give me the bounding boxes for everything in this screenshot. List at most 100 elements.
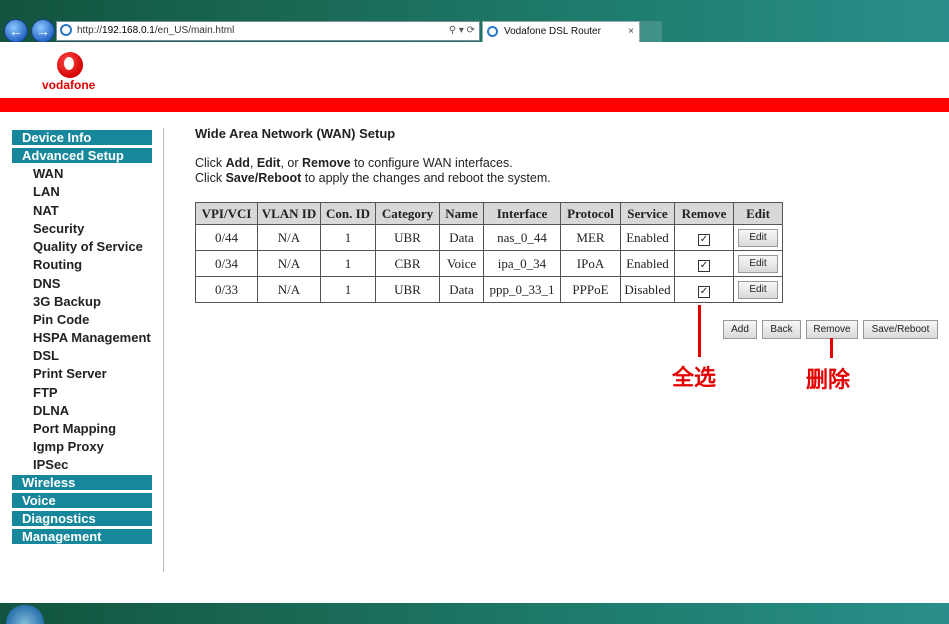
cell: UBR (375, 224, 440, 251)
menu-advanced-setup[interactable]: Advanced Setup (12, 148, 152, 163)
table-row: 0/44 N/A 1 UBR Data nas_0_44 MER Enabled… (195, 224, 783, 251)
logo-text: vodafone (42, 78, 96, 92)
save-reboot-button[interactable]: Save/Reboot (863, 320, 938, 339)
edit-cell: Edit (733, 276, 783, 303)
cell: N/A (257, 250, 321, 277)
col-header: Remove (674, 202, 734, 225)
tab-close-icon[interactable]: × (628, 22, 634, 42)
col-header: Interface (483, 202, 561, 225)
cell: N/A (257, 276, 321, 303)
sidebar-item-pin-code[interactable]: Pin Code (33, 312, 89, 327)
sidebar-item-security[interactable]: Security (33, 221, 84, 236)
sidebar-item-port-mapping[interactable]: Port Mapping (33, 421, 116, 436)
cell: 1 (320, 224, 376, 251)
sidebar-item-print-server[interactable]: Print Server (33, 366, 107, 381)
forward-arrow-icon[interactable]: → (31, 19, 55, 43)
remove-checkbox[interactable]: ✓ (698, 259, 710, 272)
cell: Enabled (620, 250, 675, 277)
col-header: Name (439, 202, 484, 225)
col-header: Service (620, 202, 675, 225)
back-arrow-icon[interactable]: ← (4, 19, 28, 43)
instructions-line-2: Click Save/Reboot to apply the changes a… (195, 171, 551, 185)
remove-checkbox[interactable]: ✓ (698, 233, 710, 246)
page-title: Wide Area Network (WAN) Setup (195, 126, 396, 141)
cell: ppp_0_33_1 (483, 276, 561, 303)
menu-management[interactable]: Management (12, 529, 152, 544)
new-tab-button[interactable] (640, 21, 662, 43)
sidebar-item-routing[interactable]: Routing (33, 257, 82, 272)
col-header: VLAN ID (257, 202, 321, 225)
cell: UBR (375, 276, 440, 303)
cell: Enabled (620, 224, 675, 251)
sidebar-item-wan[interactable]: WAN (33, 166, 63, 181)
wan-table: VPI/VCI VLAN ID Con. ID Category Name In… (195, 202, 783, 303)
table-header-row: VPI/VCI VLAN ID Con. ID Category Name In… (195, 202, 783, 225)
add-button[interactable]: Add (723, 320, 757, 339)
cell: 0/44 (195, 224, 258, 251)
tab-title: Vodafone DSL Router (504, 26, 601, 37)
cell: PPPoE (560, 276, 621, 303)
table-row: 0/33 N/A 1 UBR Data ppp_0_33_1 PPPoE Dis… (195, 276, 783, 303)
edit-button[interactable]: Edit (738, 281, 778, 299)
page-header (0, 42, 949, 98)
col-header: Con. ID (320, 202, 376, 225)
address-bar[interactable]: http://192.168.0.1/en_US/main.html ⚲ ▾ ⟳ (56, 21, 480, 41)
cell: N/A (257, 224, 321, 251)
sidebar-item-dns[interactable]: DNS (33, 276, 60, 291)
ie-tab-icon (487, 26, 498, 37)
cell: IPoA (560, 250, 621, 277)
ie-page-icon (60, 24, 72, 36)
edit-cell: Edit (733, 224, 783, 251)
remove-cell: ✓ (674, 276, 734, 303)
remove-cell: ✓ (674, 250, 734, 277)
menu-diagnostics[interactable]: Diagnostics (12, 511, 152, 526)
cell: 0/33 (195, 276, 258, 303)
sidebar-item-dsl[interactable]: DSL (33, 348, 59, 363)
menu-voice[interactable]: Voice (12, 493, 152, 508)
taskbar-strip (0, 603, 949, 624)
edit-cell: Edit (733, 250, 783, 277)
remove-checkbox[interactable]: ✓ (698, 285, 710, 298)
sidebar-item-nat[interactable]: NAT (33, 203, 59, 218)
remove-cell: ✓ (674, 224, 734, 251)
edit-button[interactable]: Edit (738, 229, 778, 247)
sidebar-item-lan[interactable]: LAN (33, 184, 60, 199)
select-all-annotation: 全选 (672, 366, 717, 391)
cell: Data (439, 276, 484, 303)
sidebar-item-qos[interactable]: Quality of Service (33, 239, 143, 254)
cell: 1 (320, 276, 376, 303)
cell: Data (439, 224, 484, 251)
sidebar-item-3g-backup[interactable]: 3G Backup (33, 294, 101, 309)
vodafone-logo-icon (57, 52, 83, 78)
delete-annotation: 删除 (806, 368, 851, 393)
instructions-line-1: Click Add, Edit, or Remove to configure … (195, 156, 513, 170)
edit-button[interactable]: Edit (738, 255, 778, 273)
col-header: Edit (733, 202, 783, 225)
col-header: Category (375, 202, 440, 225)
cell: ipa_0_34 (483, 250, 561, 277)
browser-tab[interactable]: Vodafone DSL Router × (482, 21, 640, 43)
menu-wireless[interactable]: Wireless (12, 475, 152, 490)
cell: Voice (439, 250, 484, 277)
cell: 0/34 (195, 250, 258, 277)
back-button[interactable]: Back (762, 320, 801, 339)
delete-marker (830, 338, 833, 358)
sidebar-item-ipsec[interactable]: IPSec (33, 457, 68, 472)
remove-button[interactable]: Remove (806, 320, 858, 339)
address-tools-icon[interactable]: ⚲ ▾ ⟳ (449, 22, 475, 40)
select-all-marker (698, 305, 701, 357)
sidebar-item-dlna[interactable]: DLNA (33, 403, 69, 418)
sidebar-item-hspa[interactable]: HSPA Management (33, 330, 151, 345)
cell: Disabled (620, 276, 675, 303)
col-header: VPI/VCI (195, 202, 258, 225)
col-header: Protocol (560, 202, 621, 225)
cell: CBR (375, 250, 440, 277)
cell: 1 (320, 250, 376, 277)
sidebar-item-igmp-proxy[interactable]: Igmp Proxy (33, 439, 104, 454)
sidebar-item-ftp[interactable]: FTP (33, 385, 58, 400)
cell: MER (560, 224, 621, 251)
menu-device-info[interactable]: Device Info (12, 130, 152, 145)
cell: nas_0_44 (483, 224, 561, 251)
table-row: 0/34 N/A 1 CBR Voice ipa_0_34 IPoA Enabl… (195, 250, 783, 277)
header-red-bar (0, 98, 949, 112)
